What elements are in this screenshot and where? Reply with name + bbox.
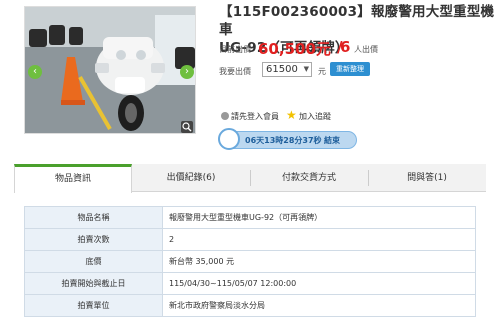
info-key: 拍賣次數 <box>24 228 163 251</box>
refresh-button[interactable]: 重新整理 <box>330 62 370 76</box>
bid-amount-select[interactable]: 61500 ▼ <box>262 62 312 77</box>
bidder-count-suffix: 人出價 <box>354 45 378 54</box>
add-to-watchlist-link[interactable]: 加入追蹤 <box>299 111 331 122</box>
clock-icon <box>218 128 240 150</box>
zoom-icon[interactable] <box>181 121 193 133</box>
detail-tabs: 物品資訊 出價紀錄(6) 付款交貨方式 問與答(1) <box>14 164 486 193</box>
table-row: 底價 新台幣 35,000 元 <box>24 250 476 273</box>
info-value: 新台幣 35,000 元 <box>162 250 476 273</box>
table-row: 物品名稱 報廢警用大型重型機車UG-92（可再領牌） <box>24 206 476 229</box>
info-key: 拍賣開始與截止日 <box>24 272 163 295</box>
login-link[interactable]: 請先登入會員 <box>231 111 279 122</box>
table-row: 拍賣開始與截止日 115/04/30~115/05/07 12:00:00 <box>24 272 476 295</box>
info-key: 物品名稱 <box>24 206 163 229</box>
user-icon <box>221 112 229 120</box>
current-bid-label: 目前出價 <box>219 45 251 54</box>
star-icon[interactable]: ★ <box>286 108 297 122</box>
info-value: 報廢警用大型重型機車UG-92（可再領牌） <box>162 206 476 229</box>
tab-payment-delivery[interactable]: 付款交貨方式 <box>250 164 368 192</box>
bidder-count: 6 <box>340 38 351 56</box>
next-photo-arrow-icon[interactable]: › <box>180 65 194 79</box>
my-bid-label: 我要出價 <box>219 67 251 76</box>
chevron-down-icon: ▼ <box>303 65 309 73</box>
product-photo[interactable] <box>24 6 196 134</box>
bid-amount-value: 61500 <box>266 64 298 75</box>
info-value: 新北市政府警察局淡水分局 <box>162 294 476 317</box>
product-title-line1: 【115F002360003】報廢警用大型重型機車 <box>219 4 495 38</box>
info-value: 2 <box>162 228 476 251</box>
tab-qa[interactable]: 問與答(1) <box>368 164 486 192</box>
info-key: 底價 <box>24 250 163 273</box>
info-key: 拍賣單位 <box>24 294 163 317</box>
table-row: 拍賣次數 2 <box>24 228 476 251</box>
item-info-table: 物品名稱 報廢警用大型重型機車UG-92（可再領牌） 拍賣次數 2 底價 新台幣… <box>24 206 476 317</box>
countdown-remaining: 06天13時28分37秒 <box>245 136 322 145</box>
countdown-status: 結束 <box>324 136 340 145</box>
tab-item-info[interactable]: 物品資訊 <box>14 164 132 193</box>
table-row: 拍賣單位 新北市政府警察局淡水分局 <box>24 294 476 317</box>
bid-unit: 元 <box>318 67 326 76</box>
current-bid-price: 60,500元 <box>258 40 331 58</box>
info-value: 115/04/30~115/05/07 12:00:00 <box>162 272 476 295</box>
prev-photo-arrow-icon[interactable]: ‹ <box>28 65 42 79</box>
tab-bid-history[interactable]: 出價紀錄(6) <box>132 164 250 192</box>
